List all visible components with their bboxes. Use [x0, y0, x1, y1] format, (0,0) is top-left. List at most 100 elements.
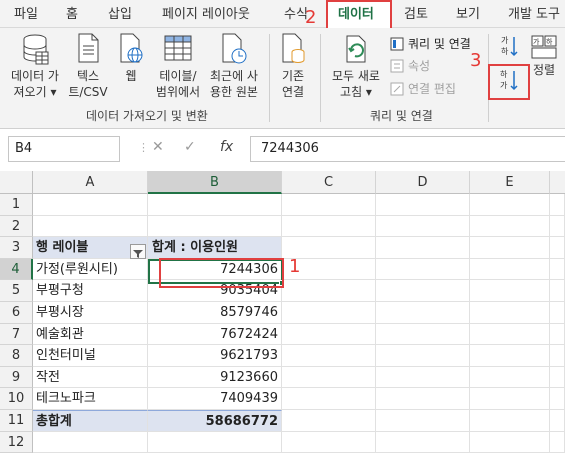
tab-insert[interactable]: 삽입 [108, 4, 132, 26]
table-cell[interactable] [470, 280, 550, 302]
table-cell[interactable] [550, 345, 565, 367]
sort-ascending-button[interactable]: 가 하 [498, 34, 520, 60]
table-cell[interactable] [376, 345, 470, 367]
table-cell[interactable] [376, 215, 470, 238]
table-cell[interactable] [282, 388, 376, 410]
refresh-all-button[interactable]: 모두 새로 고침 ▾ [328, 32, 384, 100]
row-header-1[interactable]: 1 [0, 194, 33, 216]
table-cell[interactable] [550, 323, 565, 346]
table-cell[interactable] [470, 258, 550, 281]
column-header-f[interactable] [550, 171, 565, 194]
table-cell[interactable] [550, 237, 565, 259]
column-header-a[interactable]: A [33, 171, 148, 194]
table-cell[interactable] [550, 194, 565, 216]
table-cell[interactable] [550, 366, 565, 389]
table-cell[interactable] [282, 302, 376, 324]
table-cell[interactable] [550, 388, 565, 410]
table-cell[interactable] [550, 280, 565, 302]
pivot-row-label[interactable]: 예술회관 [33, 323, 148, 346]
tab-review[interactable]: 검토 [404, 4, 428, 26]
row-header-12[interactable]: 12 [0, 431, 33, 454]
grand-total-label[interactable]: 총합계 [33, 410, 148, 432]
column-header-c[interactable]: C [282, 171, 376, 194]
table-cell[interactable] [550, 302, 565, 324]
pivot-sum-header[interactable]: 합계 : 이용인원 [148, 237, 282, 259]
row-header-10[interactable]: 10 [0, 388, 33, 410]
row-header-7[interactable]: 7 [0, 323, 33, 346]
row-header-3[interactable]: 3 [0, 237, 33, 259]
tab-data[interactable]: 데이터 [338, 4, 374, 26]
table-cell[interactable] [282, 431, 376, 454]
table-cell[interactable] [470, 388, 550, 410]
tab-view[interactable]: 보기 [456, 4, 480, 26]
table-cell[interactable] [470, 431, 550, 454]
table-cell[interactable] [148, 215, 282, 238]
insert-function-icon[interactable]: fx [220, 139, 233, 155]
table-cell[interactable] [282, 215, 376, 238]
cancel-icon[interactable]: ✕ [152, 139, 164, 155]
table-cell[interactable] [376, 280, 470, 302]
table-cell[interactable] [148, 194, 282, 216]
table-cell[interactable] [376, 323, 470, 346]
row-header-11[interactable]: 11 [0, 410, 33, 432]
table-cell[interactable] [282, 194, 376, 216]
table-cell[interactable] [470, 302, 550, 324]
row-header-4[interactable]: 4 [0, 258, 33, 281]
get-data-button[interactable]: 데이터 가 져오기 ▾ [6, 32, 64, 100]
column-header-b[interactable]: B [148, 171, 282, 194]
grand-total-value[interactable]: 58686772 [148, 410, 282, 432]
table-cell[interactable] [470, 215, 550, 238]
table-cell[interactable] [376, 258, 470, 281]
recent-sources-button[interactable]: 최근에 사 용한 원본 [206, 32, 262, 100]
text-csv-button[interactable]: 텍스 트/CSV [64, 32, 112, 100]
enter-icon[interactable]: ✓ [184, 139, 196, 155]
select-all-corner[interactable] [0, 171, 33, 194]
table-cell[interactable] [550, 215, 565, 238]
table-cell[interactable] [470, 194, 550, 216]
table-cell[interactable] [470, 323, 550, 346]
formula-input[interactable]: 7244306 [250, 136, 565, 162]
from-table-range-button[interactable]: 테이블/ 범위에서 [152, 32, 204, 100]
row-header-6[interactable]: 6 [0, 302, 33, 324]
row-header-9[interactable]: 9 [0, 366, 33, 389]
properties-button[interactable]: 속성 [390, 58, 430, 74]
pivot-row-label[interactable]: 테크노파크 [33, 388, 148, 410]
pivot-row-value[interactable]: 9123660 [148, 366, 282, 389]
column-header-d[interactable]: D [376, 171, 470, 194]
table-cell[interactable] [33, 194, 148, 216]
table-cell[interactable] [148, 431, 282, 454]
tab-home[interactable]: 홈 [66, 4, 78, 26]
table-cell[interactable] [33, 431, 148, 454]
pivot-row-label[interactable]: 부평시장 [33, 302, 148, 324]
table-cell[interactable] [33, 215, 148, 238]
row-label-filter-button[interactable] [130, 244, 146, 259]
pivot-row-label[interactable]: 인천터미널 [33, 345, 148, 367]
edit-links-button[interactable]: 연결 편집 [390, 81, 456, 97]
tab-page-layout[interactable]: 페이지 레이아웃 [162, 4, 250, 26]
pivot-row-value[interactable]: 8579746 [148, 302, 282, 324]
table-cell[interactable] [282, 410, 376, 432]
table-cell[interactable] [376, 388, 470, 410]
from-web-button[interactable]: 웹 [114, 32, 148, 84]
table-cell[interactable] [470, 410, 550, 432]
table-cell[interactable] [376, 194, 470, 216]
existing-connections-button[interactable]: 기존 연결 [274, 32, 312, 100]
table-cell[interactable] [376, 237, 470, 259]
queries-connections-button[interactable]: 쿼리 및 연결 [390, 36, 471, 52]
table-cell[interactable] [550, 431, 565, 454]
table-cell[interactable] [282, 366, 376, 389]
tab-file[interactable]: 파일 [14, 4, 38, 26]
row-header-2[interactable]: 2 [0, 215, 33, 238]
name-box[interactable]: B4 [8, 136, 120, 162]
table-cell[interactable] [550, 410, 565, 432]
table-cell[interactable] [376, 302, 470, 324]
table-cell[interactable] [282, 323, 376, 346]
tab-developer[interactable]: 개발 도구 [508, 4, 560, 26]
pivot-row-label[interactable]: 부평구청 [33, 280, 148, 302]
table-cell[interactable] [282, 345, 376, 367]
table-cell[interactable] [282, 280, 376, 302]
table-cell[interactable] [470, 345, 550, 367]
table-cell[interactable] [470, 237, 550, 259]
table-cell[interactable] [376, 366, 470, 389]
table-cell[interactable] [470, 366, 550, 389]
